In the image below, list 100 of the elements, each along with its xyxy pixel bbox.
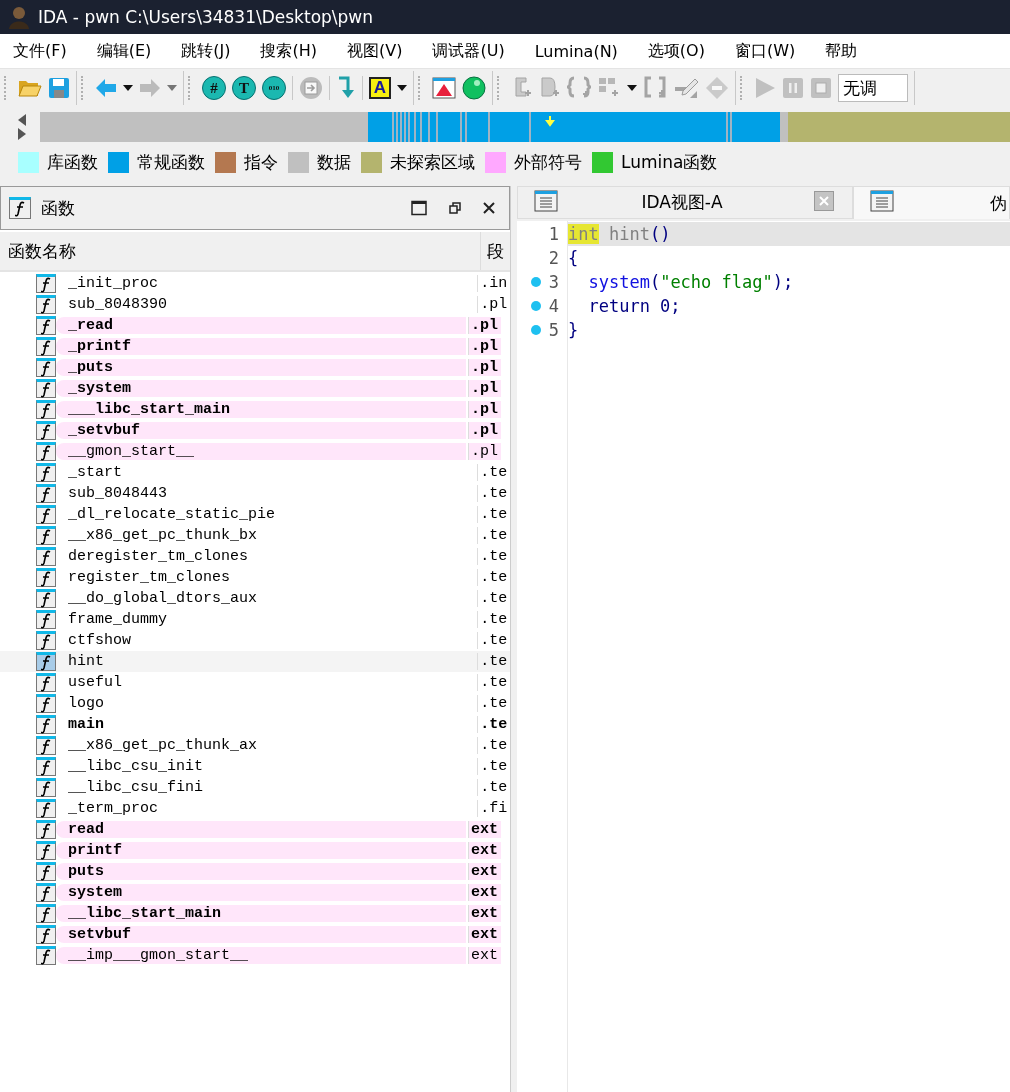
legend-label: 未探索区域 xyxy=(390,151,475,174)
function-row[interactable]: hint .te xyxy=(0,651,510,672)
function-icon xyxy=(36,715,56,734)
function-name: ___libc_start_main xyxy=(68,401,231,418)
function-row[interactable]: _dl_relocate_static_pie .te xyxy=(0,504,510,525)
segment-name: .te xyxy=(480,527,508,544)
save-icon[interactable] xyxy=(48,77,70,99)
code-line: system("echo flag"); xyxy=(587,272,794,292)
function-name: sub_8048443 xyxy=(67,485,167,502)
function-icon xyxy=(36,820,56,839)
code-line: return 0; xyxy=(587,296,681,316)
segment-name: ext xyxy=(471,884,498,901)
sphere-icon[interactable] xyxy=(462,76,486,100)
function-row[interactable]: frame_dummy .te xyxy=(0,609,510,630)
segment-name: .te xyxy=(480,632,508,649)
menu-item[interactable]: 窗口(W) xyxy=(723,40,807,62)
close-icon[interactable] xyxy=(483,202,495,214)
function-name: __do_global_dtors_aux xyxy=(67,590,257,607)
function-row[interactable]: __libc_csu_init .te xyxy=(0,756,510,777)
breakpoint-dot[interactable] xyxy=(530,325,541,335)
legend-label: Lumina函数 xyxy=(621,151,718,174)
function-row[interactable]: _start .te xyxy=(0,462,510,483)
function-row[interactable]: _init_proc .in xyxy=(0,273,510,294)
menu-item[interactable]: 帮助 xyxy=(814,40,869,62)
menu-item[interactable]: 编辑(E) xyxy=(85,40,163,62)
line-number: 5 xyxy=(548,320,559,340)
toolbar-button[interactable]: T xyxy=(232,76,256,100)
function-name: setvbuf xyxy=(68,926,131,943)
menu-item[interactable]: 文件(F) xyxy=(2,40,78,62)
segment-name: ext xyxy=(471,947,498,964)
function-icon xyxy=(36,484,56,503)
function-icon xyxy=(9,197,31,219)
folder-icon[interactable] xyxy=(18,78,42,98)
segment-name: .te xyxy=(480,758,508,775)
maximize-icon[interactable] xyxy=(411,200,427,216)
toolbar-button[interactable]: # xyxy=(202,76,226,100)
debugger-dropdown[interactable]: 无调 xyxy=(838,74,908,102)
function-name: register_tm_clones xyxy=(67,569,230,586)
segment-name: .te xyxy=(480,590,508,607)
menu-item[interactable]: 调试器(U) xyxy=(421,40,516,62)
function-icon xyxy=(36,295,56,314)
function-icon xyxy=(36,400,56,419)
legend-label: 指令 xyxy=(244,151,278,174)
function-row[interactable]: __libc_csu_fini .te xyxy=(0,777,510,798)
function-icon xyxy=(36,274,56,293)
breakpoint-dot[interactable] xyxy=(530,301,541,311)
function-icon xyxy=(36,904,56,923)
function-row[interactable]: sub_8048390 .pl xyxy=(0,294,510,315)
line-number: 3 xyxy=(548,272,559,292)
segment-name: ext xyxy=(471,842,498,859)
menu-item[interactable]: 搜索(H) xyxy=(249,40,328,62)
function-name: _dl_relocate_static_pie xyxy=(67,506,275,523)
function-name: __x86_get_pc_thunk_ax xyxy=(67,737,257,754)
breakpoint-dot[interactable] xyxy=(530,277,541,287)
function-icon xyxy=(36,673,56,692)
tab[interactable]: IDA视图-A xyxy=(517,186,853,219)
function-row[interactable]: useful .te xyxy=(0,672,510,693)
function-row[interactable]: register_tm_clones .te xyxy=(0,567,510,588)
restore-icon[interactable] xyxy=(449,202,461,214)
navigation-band-drawing[interactable] xyxy=(40,111,1010,142)
column-header[interactable]: 段 xyxy=(480,232,504,270)
function-name: _system xyxy=(68,380,131,397)
scroll-right-icon[interactable] xyxy=(17,127,27,140)
function-row[interactable]: __x86_get_pc_thunk_bx .te xyxy=(0,525,510,546)
function-row[interactable]: deregister_tm_clones .te xyxy=(0,546,510,567)
menu-item[interactable]: 视图(V) xyxy=(336,40,414,62)
segment-name: .pl xyxy=(471,359,498,376)
function-row[interactable]: main .te xyxy=(0,714,510,735)
legend-label: 外部符号 xyxy=(514,151,582,174)
back-arrow-icon[interactable] xyxy=(95,78,117,98)
function-row[interactable]: _term_proc .fi xyxy=(0,798,510,819)
function-row[interactable]: sub_8048443 .te xyxy=(0,483,510,504)
column-header[interactable]: 函数名称 xyxy=(0,239,480,263)
function-row[interactable]: __x86_get_pc_thunk_ax .te xyxy=(0,735,510,756)
function-icon xyxy=(36,505,56,524)
function-row[interactable]: logo .te xyxy=(0,693,510,714)
segment-name: ext xyxy=(471,821,498,838)
tab[interactable]: 伪 xyxy=(853,186,1010,219)
menu-item[interactable]: 跳转(J) xyxy=(170,40,242,62)
segment-name: .te xyxy=(480,716,508,733)
caret-icon[interactable] xyxy=(627,85,637,91)
function-name: _printf xyxy=(68,338,131,355)
function-icon xyxy=(36,946,56,965)
caret-icon[interactable] xyxy=(123,85,133,91)
function-name: __gmon_start__ xyxy=(68,443,195,460)
app-icon xyxy=(8,5,30,29)
function-name: __libc_csu_init xyxy=(67,758,203,775)
menu-item[interactable]: 选项(O) xyxy=(636,40,716,62)
menu-item[interactable]: Lumina(N) xyxy=(523,41,629,61)
window-icon[interactable] xyxy=(432,77,456,99)
panel-title: 函数 xyxy=(41,196,75,220)
function-name: ctfshow xyxy=(67,632,131,649)
function-row[interactable]: __do_global_dtors_aux .te xyxy=(0,588,510,609)
down-arrow-icon[interactable] xyxy=(336,76,356,100)
function-name: sub_8048390 xyxy=(67,296,167,313)
function-name: _term_proc xyxy=(67,800,158,817)
toolbar-button[interactable]: A xyxy=(369,77,391,99)
scroll-left-icon[interactable] xyxy=(17,113,27,126)
legend-label: 常规函数 xyxy=(137,151,205,174)
caret-icon[interactable] xyxy=(397,85,407,91)
